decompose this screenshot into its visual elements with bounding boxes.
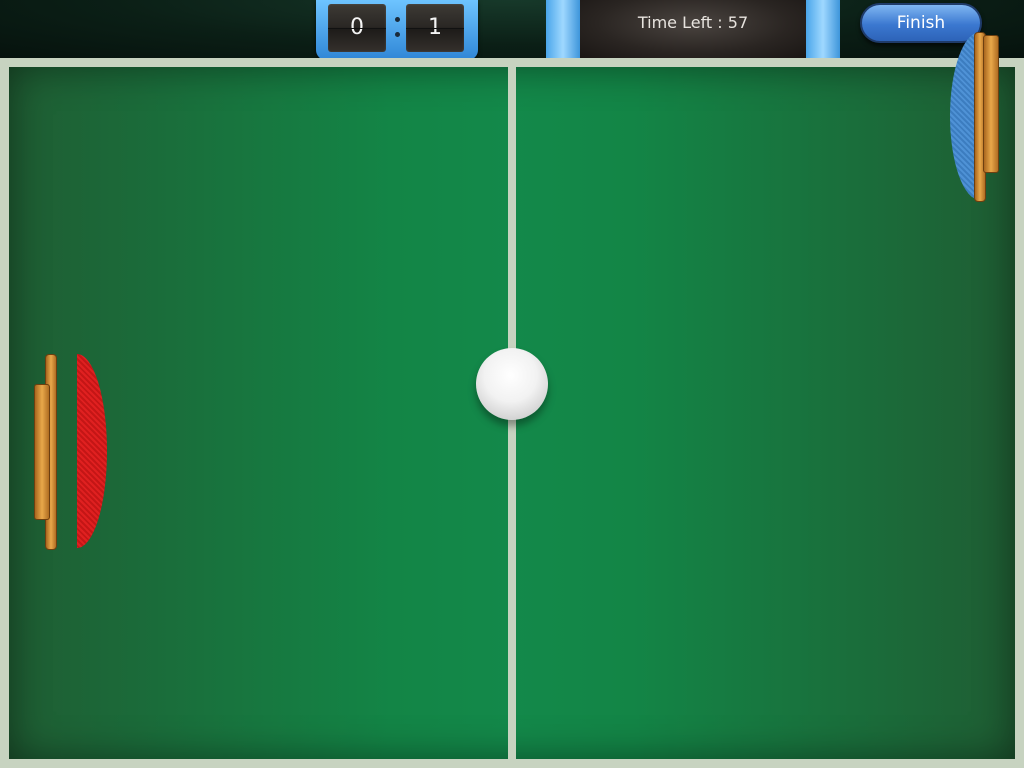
paddle-grip	[34, 384, 50, 520]
ping-pong-ball	[476, 348, 548, 420]
timer-face: Time Left : 57	[580, 0, 806, 58]
timer-right-cap	[806, 0, 840, 58]
score-separator-dot	[395, 17, 400, 22]
player-score: 0	[328, 4, 386, 52]
player-paddle[interactable]	[33, 354, 107, 550]
scoreboard: 0 1	[316, 0, 478, 60]
score-separator-dot	[395, 32, 400, 37]
top-hud: 0 1 Time Left : 57 Finish	[0, 0, 1024, 60]
timer-panel: Time Left : 57	[546, 0, 840, 58]
timer-left-cap	[546, 0, 580, 58]
opponent-paddle	[950, 32, 1002, 202]
time-left-label: Time Left : 57	[637, 13, 749, 32]
table-frame	[0, 58, 1024, 768]
opponent-score: 1	[406, 4, 464, 52]
paddle-grip	[983, 35, 999, 173]
table-surface[interactable]	[9, 67, 1015, 759]
